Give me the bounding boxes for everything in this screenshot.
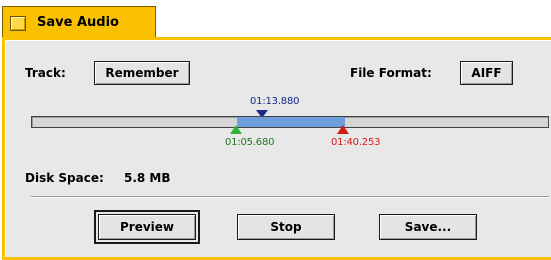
dialog-panel: Track: Remember File Format: AIFF 01:13.… (2, 37, 551, 260)
timeline-track[interactable] (31, 116, 549, 128)
end-time: 01:40.253 (331, 137, 381, 148)
start-marker-icon[interactable] (230, 125, 242, 134)
save-audio-window: Save Audio Track: Remember File Format: … (0, 0, 551, 260)
window-tab[interactable]: Save Audio (2, 6, 156, 38)
window-title: Save Audio (37, 15, 119, 30)
save-button[interactable]: Save... (379, 214, 477, 240)
stop-button[interactable]: Stop (237, 214, 335, 240)
preview-button[interactable]: Preview (94, 210, 200, 244)
track-select-button[interactable]: Remember (94, 61, 190, 85)
playhead-time: 01:13.880 (250, 96, 300, 107)
disk-space-value: 5.8 MB (124, 171, 171, 185)
file-format-label: File Format: (350, 66, 432, 80)
close-box-icon[interactable] (10, 16, 26, 31)
track-label: Track: (25, 66, 66, 80)
end-marker-icon[interactable] (337, 125, 349, 134)
start-time: 01:05.680 (225, 137, 275, 148)
divider (31, 196, 549, 198)
file-format-button[interactable]: AIFF (460, 61, 513, 85)
selection-range[interactable] (237, 117, 345, 127)
disk-space-label: Disk Space: (25, 171, 104, 185)
